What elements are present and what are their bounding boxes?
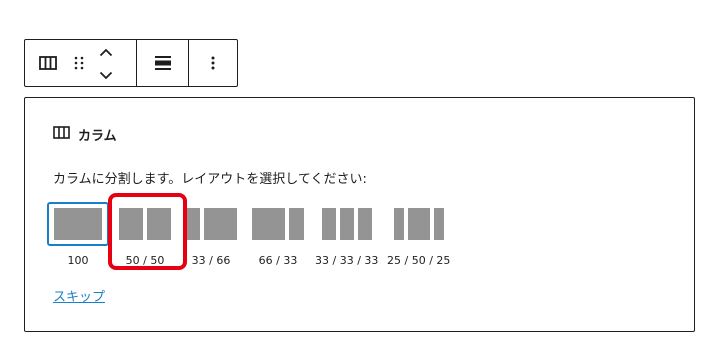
variation-25-50-25[interactable]: 25 / 50 / 25: [387, 202, 450, 267]
placeholder-instructions: カラムに分割します。レイアウトを選択してください:: [53, 172, 367, 187]
variation-label: 33 / 66: [191, 254, 231, 267]
column-preview-cell: [357, 208, 372, 240]
block-toolbar: [24, 39, 238, 87]
columns-icon: [53, 126, 70, 143]
skip-link[interactable]: スキップ: [53, 286, 105, 305]
variation-100[interactable]: 100: [47, 202, 109, 267]
annotation-highlight-box: [108, 193, 187, 270]
variation-label: 33 / 33 / 33: [315, 254, 379, 267]
more-vertical-icon[interactable]: [211, 55, 215, 71]
toolbar-group-align: [136, 40, 188, 86]
variation-label: 100: [67, 254, 89, 267]
column-preview-cell: [252, 208, 285, 240]
toolbar-group-block: [25, 40, 136, 86]
placeholder-label: カラム: [53, 125, 117, 144]
variation-100-button[interactable]: [47, 202, 109, 246]
column-preview-cell: [289, 208, 304, 240]
column-preview: [54, 208, 102, 240]
chevron-up-icon[interactable]: [99, 42, 113, 61]
column-preview-cell: [393, 208, 404, 240]
variation-label: 66 / 33: [258, 254, 298, 267]
column-preview-cell: [407, 208, 430, 240]
drag-handle-icon[interactable]: [73, 55, 85, 71]
column-preview-cell: [204, 208, 237, 240]
variation-66-33-button[interactable]: [250, 202, 306, 246]
column-preview-cell: [185, 208, 200, 240]
toolbar-group-more: [188, 40, 237, 86]
variation-25-50-25-button[interactable]: [391, 202, 447, 246]
variation-33-66[interactable]: 33 / 66: [183, 202, 239, 267]
variation-33-33-33[interactable]: 33 / 33 / 33: [315, 202, 378, 267]
columns-icon[interactable]: [39, 56, 57, 70]
column-preview-cell: [321, 208, 336, 240]
chevron-down-icon[interactable]: [99, 65, 113, 84]
column-preview: [393, 208, 444, 240]
align-wide-icon[interactable]: [154, 55, 171, 71]
block-mover: [99, 42, 113, 84]
variation-33-33-33-button[interactable]: [319, 202, 375, 246]
column-preview-cell: [54, 208, 102, 240]
column-preview: [321, 208, 372, 240]
variation-label: 25 / 50 / 25: [387, 254, 451, 267]
column-preview: [185, 208, 237, 240]
column-preview-cell: [433, 208, 444, 240]
variation-33-66-button[interactable]: [183, 202, 239, 246]
placeholder-title: カラム: [78, 129, 117, 144]
variation-66-33[interactable]: 66 / 33: [250, 202, 306, 267]
column-preview: [252, 208, 304, 240]
column-preview-cell: [339, 208, 354, 240]
